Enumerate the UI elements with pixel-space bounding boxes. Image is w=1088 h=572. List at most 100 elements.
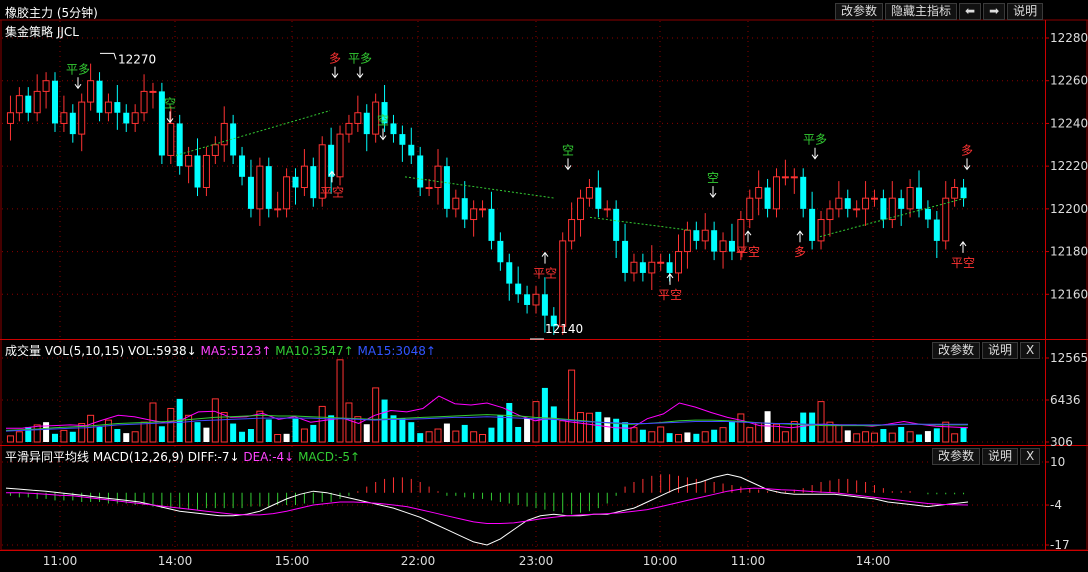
macd-edit-params-button[interactable]: 改参数	[932, 448, 981, 465]
volume-bar-up	[33, 424, 41, 443]
volume-bar-flat	[684, 432, 691, 442]
macd-toolbar: 改参数 说明 X	[932, 448, 1041, 465]
candle-up	[772, 176, 780, 210]
candle-up	[906, 187, 914, 210]
diff-value: MACD(12,26,9) DIFF:-7↓	[92, 450, 240, 464]
candle-up	[274, 208, 282, 211]
candle-up	[532, 293, 540, 306]
macd-value: MACD:-5↑	[298, 450, 361, 464]
edit-params-button[interactable]: 改参数	[835, 3, 884, 20]
candle-up	[104, 101, 112, 114]
candle-up	[452, 197, 460, 210]
candle-up	[888, 197, 896, 221]
candle-up	[425, 187, 433, 189]
candle-up	[870, 197, 878, 200]
volume-bar-up	[701, 431, 709, 443]
signal-label: 空	[562, 143, 574, 157]
macd-tick-label: -17	[1050, 538, 1070, 552]
volume-bar-up	[853, 433, 861, 443]
volume-bar-down	[506, 402, 513, 442]
volume-bar-down	[595, 411, 602, 442]
volume-bar-down	[622, 422, 629, 442]
candle-down	[497, 240, 504, 263]
volume-bar-down	[800, 412, 807, 442]
candle-down	[960, 187, 967, 199]
hide-main-indicator-button[interactable]: 隐藏主指标	[885, 3, 958, 20]
volume-close-button[interactable]: X	[1020, 342, 1041, 359]
signal-arrow-down-icon	[379, 128, 387, 141]
signal-label: 空	[707, 171, 719, 185]
volume-bar-down	[933, 428, 940, 442]
price-tick-label: 12220	[1050, 159, 1088, 173]
volume-bar-up	[452, 430, 460, 443]
volume-bar-down	[550, 406, 557, 442]
candle-down	[916, 187, 923, 209]
volume-bar-down	[541, 387, 548, 442]
volume-bar-down	[898, 426, 905, 442]
volume-bar-down	[417, 433, 424, 442]
signal-arrow-down-icon	[811, 147, 819, 160]
volume-bar-flat	[43, 422, 50, 442]
volume-bar-down	[265, 419, 272, 442]
signal-arrow-down-icon	[356, 66, 364, 79]
volume-bar-down	[916, 434, 923, 442]
candle-down	[96, 80, 103, 113]
volume-bar-up	[719, 427, 727, 443]
arrow-right-icon[interactable]: ➡	[983, 3, 1006, 20]
volume-bar-down	[96, 426, 103, 442]
diff-line	[5, 473, 969, 546]
candle-up	[817, 219, 825, 242]
candle-up	[862, 197, 870, 210]
candle-down	[69, 112, 76, 135]
volume-bar-up	[15, 431, 23, 443]
volume-help-button[interactable]: 说明	[982, 342, 1019, 359]
arrow-left-icon[interactable]: ⬅	[959, 3, 982, 20]
volume-header: 成交量 VOL(5,10,15) VOL:5938↓ MA5:5123↑ MA1…	[5, 342, 436, 359]
volume-bars	[6, 359, 967, 443]
candle-up	[470, 208, 478, 221]
price-tick-label: 12180	[1050, 245, 1088, 259]
volume-bar-up	[577, 412, 585, 443]
candle-down	[399, 134, 406, 145]
volume-bar-up	[167, 407, 175, 443]
volume-bar-up	[300, 428, 308, 443]
signal-label: 多	[329, 52, 341, 66]
volume-bar-down	[960, 426, 967, 442]
signal-arrow-down-icon	[74, 77, 82, 90]
candle-up	[755, 187, 763, 199]
volume-edit-params-button[interactable]: 改参数	[932, 342, 981, 359]
candle-up	[42, 80, 50, 92]
candle-up	[585, 187, 593, 199]
candle-up	[78, 101, 86, 135]
candle-up	[185, 154, 193, 167]
signal-label: 平多	[348, 52, 372, 66]
candle-down	[880, 198, 887, 220]
macd-header: 平滑异同平均线 MACD(12,26,9) DIFF:-7↓ DEA:-4↓ M…	[5, 448, 360, 465]
candle-down	[809, 208, 816, 241]
volume-bar-down	[666, 433, 673, 442]
volume-bar-up	[657, 426, 665, 443]
volume-bar-up	[336, 359, 344, 443]
volume-bar-up	[274, 434, 282, 443]
chart-canvas[interactable]: 12280 12260 12240 12220 12200 12180 12160 11:00…	[0, 0, 1088, 572]
macd-help-button[interactable]: 说明	[982, 448, 1019, 465]
signal-arrow-up-icon	[744, 230, 752, 243]
macd-close-button[interactable]: X	[1020, 448, 1041, 465]
volume-bar-down	[239, 431, 246, 442]
candle-down	[506, 262, 513, 284]
candle-up	[746, 197, 754, 221]
volume-bar-flat	[844, 430, 851, 442]
candle-down	[639, 262, 646, 273]
candle-down	[595, 187, 602, 209]
volume-bar-down	[310, 424, 317, 442]
candle-down	[443, 166, 450, 209]
volume-bar-down	[247, 429, 254, 442]
time-tick-label: 14:00	[158, 554, 193, 568]
volume-bar-down	[114, 429, 121, 442]
help-button[interactable]: 说明	[1007, 3, 1044, 20]
ma5-value: MA5:5123↑	[200, 344, 272, 358]
volume-bar-down	[515, 426, 522, 442]
volume-bar-down	[381, 399, 388, 442]
signal-arrow-down-icon	[564, 158, 572, 171]
candle-down	[265, 166, 272, 209]
